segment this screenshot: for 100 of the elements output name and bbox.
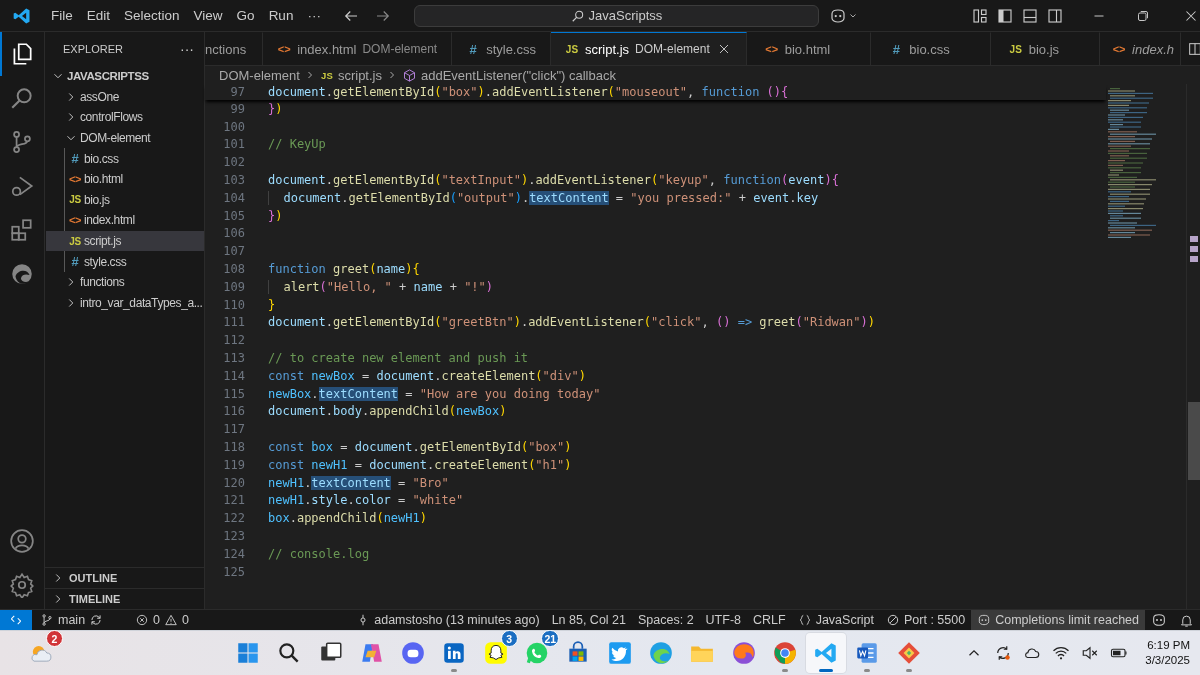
copilot-icon[interactable] [1151,612,1167,628]
menu-item[interactable]: View [186,5,230,26]
entry-name: assOne [80,89,119,104]
round-browser-icon[interactable] [771,640,798,666]
language-item[interactable]: JavaScript [791,610,881,630]
line-number: 110 [222,297,245,312]
branch-button[interactable]: main [34,610,110,630]
remote-button[interactable] [0,610,32,630]
editor-tab[interactable]: JS script.js DOM-element [551,32,747,65]
chat-app-icon[interactable] [400,640,427,666]
status-item[interactable]: CRLF [747,610,792,630]
line-number: 117 [222,422,245,437]
port-item[interactable]: Port : 5500 [880,610,972,630]
menu-item[interactable]: File [44,5,80,26]
taskbar-button[interactable]: 21 [517,633,558,673]
layout-icon[interactable] [1021,6,1039,25]
split-editor-icon[interactable] [1187,40,1200,57]
folder-entry[interactable]: functions [45,271,204,293]
running-indicator [905,669,912,672]
tab-label: script.js [585,41,630,57]
entry-name: index.html [84,213,135,228]
menu-item[interactable]: Edit [79,5,118,26]
extensions-icon[interactable] [9,217,35,243]
more-menu[interactable]: ··· [300,5,328,26]
folder-entry[interactable]: intro_var_dataTypes_a... [45,292,204,314]
problems-button[interactable]: 0 0 [129,610,195,630]
breadcrumb-item[interactable]: script.js [337,67,382,83]
sync-icon[interactable] [994,644,1013,662]
layout-icon[interactable] [971,6,989,25]
code-line: // console.log [268,546,370,561]
line-number: 97 [229,85,245,99]
section-header[interactable]: OUTLINE [45,567,204,588]
code-line: document.getElementById("textInput").addEventListener("keyup", function(event){ [268,173,839,188]
editor-tab[interactable]: # bio.css [871,32,991,65]
editor-tab[interactable]: <> index.html DOM-element [263,32,453,65]
layout-icon[interactable] [1046,6,1064,25]
tab-label: bio.css [909,41,950,57]
code-line: newBox.textContent = "How are you doing today" [268,386,601,401]
fox-browser-icon[interactable] [730,640,757,666]
status-item[interactable]: UTF-8 [699,610,747,630]
blame-item[interactable]: adamstosho (13 minutes ago) [350,610,546,630]
start-icon[interactable] [235,640,261,666]
explorer-entry[interactable]: <> index.html [46,210,204,231]
status-item[interactable]: Spaces: 2 [632,610,700,630]
code-line: // KeyUp [268,137,326,152]
explorer-entry[interactable]: JS bio.js [46,189,204,211]
muted-speaker-icon[interactable] [1081,644,1100,662]
clock[interactable]: 6:19 PM 3/3/2025 [1145,638,1190,668]
line-number: 102 [222,155,245,170]
code-line: document.getElementById("greetBtn").addEventListener("click", () => greet("Ridwan")) [268,315,875,330]
account-icon[interactable] [9,528,35,554]
line-number: 124 [222,546,245,561]
editor-tab[interactable]: # style.css [452,32,551,65]
explorer-entry[interactable]: # bio.css [46,148,204,169]
line-number: 103 [222,173,245,188]
notification-badge: 2 [46,630,63,647]
breadcrumb-item[interactable]: addEventListener("click") callback [421,67,616,83]
wifi-icon[interactable] [1052,644,1071,662]
breadcrumb-item[interactable]: DOM-element [219,67,300,83]
file-type-icon: JS [1008,43,1023,55]
taskbar-button[interactable]: 3 [475,633,516,673]
line-number: 99 [229,101,245,116]
warning-icon [164,613,179,627]
explorer-entry[interactable]: JS script.js [46,230,204,252]
folder-entry[interactable]: controlFlows [45,107,204,128]
command-search-field[interactable]: JavaScriptss [413,4,819,27]
completions-warning[interactable]: Completions limit reached [971,610,1145,630]
editor-tab[interactable]: <> bio.html [746,32,872,65]
branch-icon [40,613,54,627]
settings-icon[interactable] [9,572,35,598]
folder-entry[interactable]: assOne [45,86,204,108]
code-line: const newH1 = document.createElement("h1") [268,457,572,472]
line-number: 101 [222,137,245,152]
folder-entry[interactable]: DOM-element [45,127,204,149]
scrollbar-thumb[interactable] [1187,402,1200,480]
layout-icon[interactable] [996,6,1014,25]
line-number: 121 [222,493,245,508]
editor-tab[interactable]: JS bio.js [990,32,1101,65]
bird-app-icon[interactable] [606,640,633,666]
error-icon [135,613,150,627]
explorer-entry[interactable]: <> bio.html [46,168,204,190]
explorer-entry[interactable]: # style.css [46,251,204,272]
entry-name: style.css [84,254,127,269]
method-icon [402,67,417,83]
entry-name: controlFlows [80,110,143,125]
more-button[interactable]: ··· [180,41,194,57]
entry-name: bio.css [84,151,119,166]
copilot-icon[interactable] [829,6,847,25]
line-number: 116 [222,404,245,419]
menu-item[interactable]: Go [229,5,262,26]
menu-item[interactable]: Run [261,5,301,26]
code-line: box.appendChild(newH1) [268,511,427,526]
editor-tab[interactable]: nctions [205,32,264,65]
workspace-header[interactable]: JAVASCRIPTSS [45,66,204,87]
running-indicator [864,669,871,672]
code-line: }) [268,101,283,116]
status-item[interactable]: Ln 85, Col 21 [545,610,632,630]
browser-icon[interactable] [9,261,35,287]
menu-item[interactable]: Selection [117,5,187,26]
bell-icon[interactable] [1179,612,1194,628]
